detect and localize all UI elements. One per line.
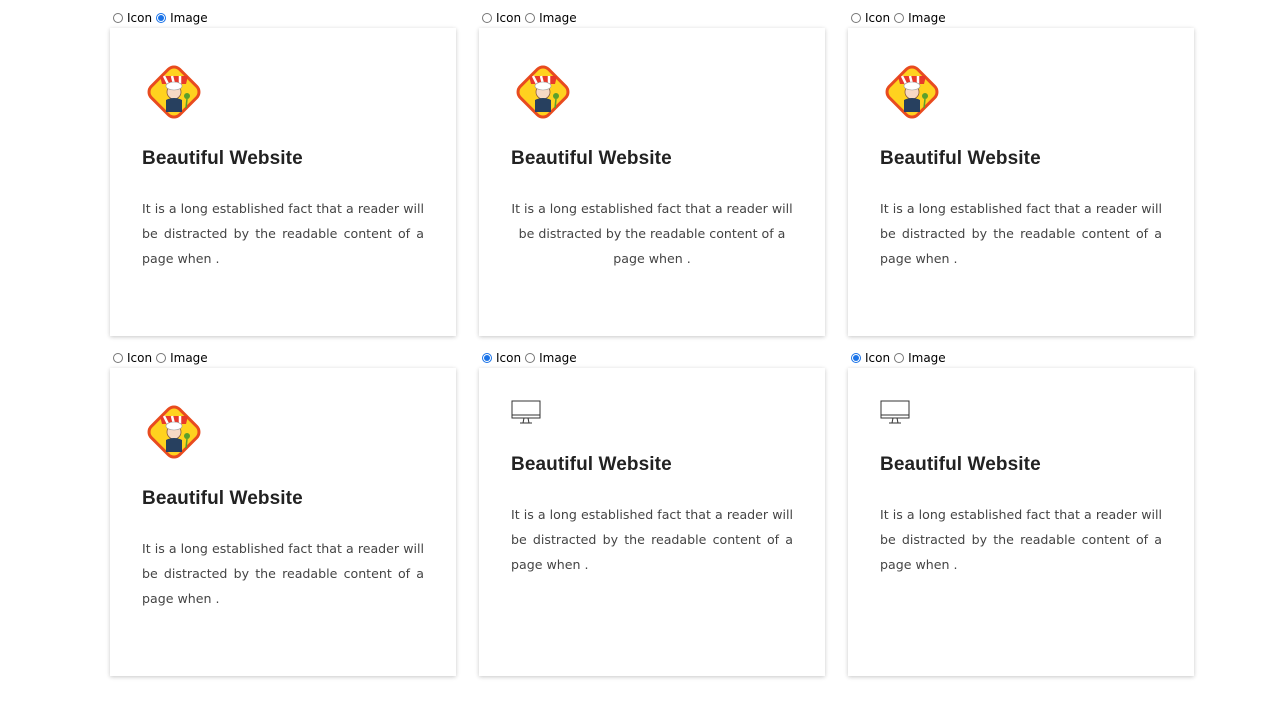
feature-card: Beautiful Website It is a long establish… [110, 28, 456, 336]
card-media [511, 60, 793, 124]
radio-icon[interactable]: Icon [851, 351, 890, 365]
feature-card: Beautiful Website It is a long establish… [848, 28, 1194, 336]
card-text: It is a long established fact that a rea… [880, 201, 1162, 266]
radio-icon-circle[interactable] [482, 353, 492, 363]
radio-icon[interactable]: Icon [482, 351, 521, 365]
radio-icon-label: Icon [127, 351, 153, 365]
feature-card: Beautiful Website It is a long establish… [479, 368, 825, 676]
card-media [142, 400, 424, 464]
monitor-icon [511, 400, 541, 424]
radio-icon[interactable]: Icon [482, 11, 521, 25]
radio-image[interactable]: Image [156, 11, 208, 25]
radio-image-label: Image [539, 351, 577, 365]
radio-image[interactable]: Image [894, 11, 946, 25]
chef-mascot-logo [885, 65, 939, 119]
feature-card: Beautiful Website It is a long establish… [848, 368, 1194, 676]
card-text: It is a long established fact that a rea… [142, 541, 424, 606]
card-media [511, 400, 793, 428]
radio-image-label: Image [170, 351, 208, 365]
radio-image-circle[interactable] [156, 353, 167, 363]
radio-icon[interactable]: Icon [851, 11, 890, 25]
radio-icon-label: Icon [865, 351, 891, 365]
radio-image[interactable]: Image [525, 11, 577, 25]
feature-card: Beautiful Website It is a long establish… [110, 368, 456, 676]
radio-icon-circle[interactable] [851, 353, 861, 363]
chef-mascot-logo [516, 65, 570, 119]
monitor-icon [880, 400, 910, 424]
radio-icon-label: Icon [496, 351, 522, 365]
radio-icon-circle[interactable] [851, 13, 861, 23]
radio-image-label: Image [170, 11, 208, 25]
card-title: Beautiful Website [142, 488, 303, 509]
card-title: Beautiful Website [880, 148, 1041, 169]
display-mode-radios: Icon Image [113, 348, 212, 368]
radio-image-circle[interactable] [894, 13, 905, 23]
radio-image-circle[interactable] [156, 13, 167, 23]
card-title: Beautiful Website [511, 454, 672, 475]
card-text: It is a long established fact that a rea… [511, 201, 793, 266]
display-mode-radios: Icon Image [482, 348, 581, 368]
display-mode-radios: Icon Image [851, 8, 950, 28]
card-text: It is a long established fact that a rea… [880, 507, 1162, 572]
card-title: Beautiful Website [142, 148, 303, 169]
radio-icon-label: Icon [496, 11, 522, 25]
radio-image-label: Image [539, 11, 577, 25]
display-mode-radios: Icon Image [851, 348, 950, 368]
card-grid: Icon Image Beautiful Website It is a lon… [0, 0, 1279, 724]
feature-card: Beautiful Website It is a long establish… [479, 28, 825, 336]
card-title: Beautiful Website [880, 454, 1041, 475]
radio-icon-circle[interactable] [482, 13, 492, 23]
radio-image[interactable]: Image [894, 351, 946, 365]
chef-mascot-logo [147, 65, 201, 119]
radio-icon-circle[interactable] [113, 353, 123, 363]
radio-image[interactable]: Image [156, 351, 208, 365]
radio-image-circle[interactable] [894, 353, 905, 363]
radio-image-label: Image [908, 11, 946, 25]
radio-icon[interactable]: Icon [113, 351, 152, 365]
card-text: It is a long established fact that a rea… [511, 507, 793, 572]
radio-icon-circle[interactable] [113, 13, 123, 23]
radio-image-circle[interactable] [525, 13, 536, 23]
card-title: Beautiful Website [511, 148, 672, 169]
radio-image[interactable]: Image [525, 351, 577, 365]
card-media [880, 60, 1162, 124]
card-media [142, 60, 424, 124]
card-media [880, 400, 1162, 428]
radio-image-circle[interactable] [525, 353, 536, 363]
display-mode-radios: Icon Image [482, 8, 581, 28]
card-text: It is a long established fact that a rea… [142, 201, 424, 266]
radio-image-label: Image [908, 351, 946, 365]
radio-icon-label: Icon [127, 11, 153, 25]
display-mode-radios: Icon Image [113, 8, 212, 28]
radio-icon[interactable]: Icon [113, 11, 152, 25]
chef-mascot-logo [147, 405, 201, 459]
radio-icon-label: Icon [865, 11, 891, 25]
